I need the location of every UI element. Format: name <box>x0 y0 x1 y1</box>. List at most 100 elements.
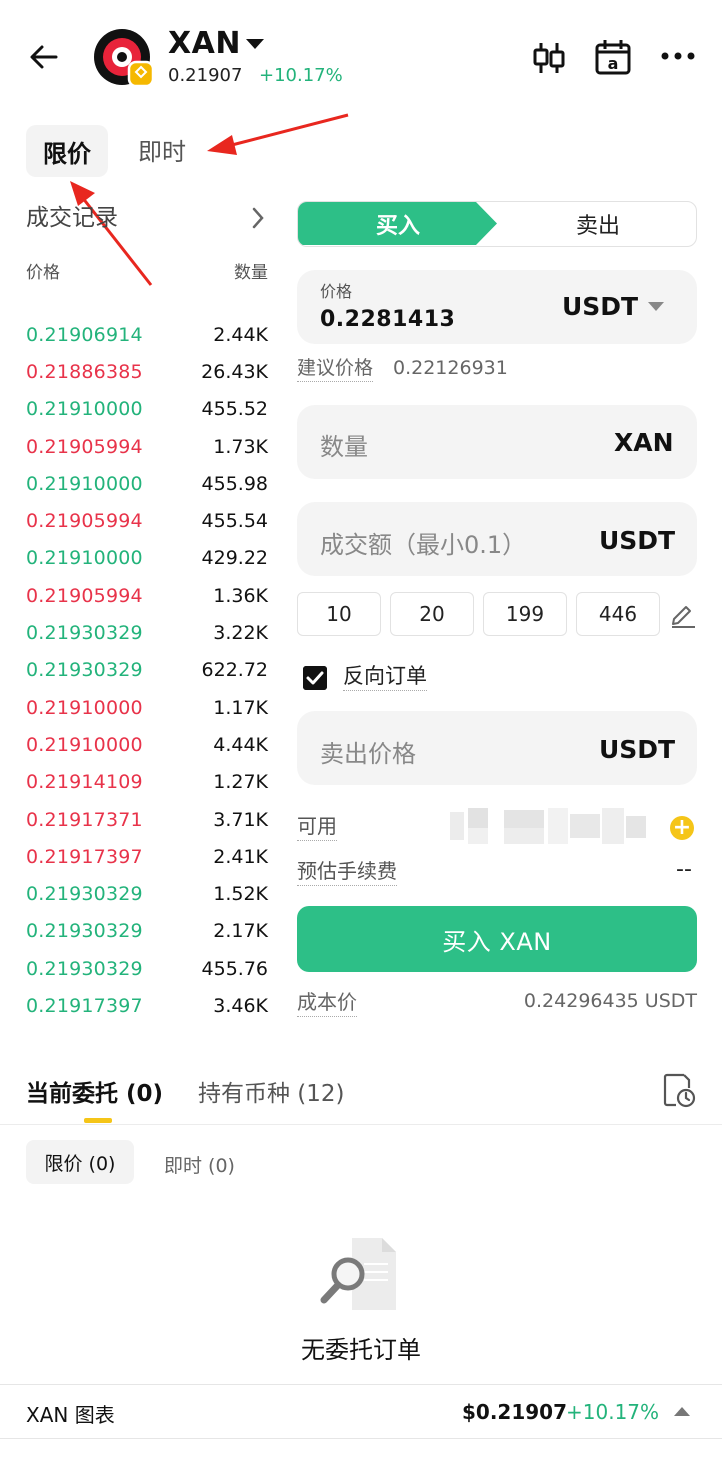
trade-row: 0.21910000 455.52 <box>26 391 268 428</box>
estimated-fee-label[interactable]: 预估手续费 <box>297 857 397 886</box>
trade-row: 0.21917397 2.41K <box>26 838 268 875</box>
trade-row: 0.21910000 455.98 <box>26 465 268 502</box>
trade-price: 0.21930329 <box>26 920 143 943</box>
trade-price: 0.21917397 <box>26 994 143 1017</box>
trade-price: 0.21905994 <box>26 584 143 607</box>
empty-search-document-icon <box>320 1238 396 1310</box>
sell-price-placeholder: 卖出价格 <box>320 740 416 768</box>
coin-name[interactable]: XAN <box>168 26 241 62</box>
divider <box>0 1384 722 1385</box>
divider <box>0 1124 722 1125</box>
column-header-price: 价格 <box>26 263 60 283</box>
cost-price-label[interactable]: 成本价 <box>297 988 357 1017</box>
subtab-limit-orders[interactable]: 限价 (0) <box>26 1140 134 1184</box>
trade-qty: 2.44K <box>213 323 268 346</box>
back-arrow-icon[interactable] <box>26 38 64 76</box>
preset-amount-button[interactable]: 20 <box>390 592 474 636</box>
more-icon[interactable] <box>660 50 696 62</box>
coin-price: 0.21907 <box>168 65 243 86</box>
trade-price: 0.21905994 <box>26 435 143 458</box>
tab-limit[interactable]: 限价 <box>26 125 108 177</box>
reverse-order-checkbox[interactable] <box>303 666 327 690</box>
trade-qty: 3.46K <box>213 994 268 1017</box>
trade-row: 0.21910000 1.17K <box>26 689 268 726</box>
trade-row: 0.21930329 1.52K <box>26 875 268 912</box>
active-tab-indicator <box>84 1118 112 1123</box>
trade-qty: 1.73K <box>213 435 268 458</box>
tab-instant[interactable]: 即时 <box>138 138 186 166</box>
trade-row: 0.21886385 26.43K <box>26 353 268 390</box>
amount-unit: USDT <box>599 526 676 555</box>
caret-down-icon[interactable] <box>245 38 265 50</box>
trade-price: 0.21886385 <box>26 360 143 383</box>
estimated-fee-value: -- <box>676 857 692 882</box>
preset-amount-button[interactable]: 10 <box>297 592 381 636</box>
tab-holdings[interactable]: 持有币种 (12) <box>198 1074 345 1108</box>
footer-price: $0.21907 <box>462 1400 568 1424</box>
coin-logo-icon <box>94 29 153 88</box>
footer-change: +10.17% <box>566 1400 660 1424</box>
edit-pencil-icon[interactable] <box>669 600 697 628</box>
coin-change: +10.17% <box>259 65 343 86</box>
calendar-icon[interactable]: a <box>594 38 632 76</box>
trade-qty: 455.98 <box>201 472 268 495</box>
trade-qty: 3.71K <box>213 808 268 831</box>
trade-qty: 1.52K <box>213 883 268 906</box>
chevron-right-icon[interactable] <box>250 206 266 230</box>
price-label: 价格 <box>320 282 353 301</box>
buy-tab[interactable]: 买入 <box>298 202 498 245</box>
trade-qty: 1.17K <box>213 696 268 719</box>
trade-qty: 455.76 <box>201 957 268 980</box>
sell-tab[interactable]: 卖出 <box>498 202 696 245</box>
trade-price: 0.21910000 <box>26 547 143 570</box>
trade-qty: 429.22 <box>201 547 268 570</box>
trade-row: 0.21905994 1.73K <box>26 428 268 465</box>
divider <box>0 1438 722 1439</box>
trade-row: 0.21910000 429.22 <box>26 540 268 577</box>
trade-price: 0.21910000 <box>26 472 143 495</box>
trade-qty: 1.36K <box>213 584 268 607</box>
trade-qty: 1.27K <box>213 771 268 794</box>
price-value[interactable]: 0.2281413 <box>320 307 455 332</box>
cost-price-value: 0.24296435 USDT <box>523 990 697 1012</box>
trade-row: 0.21917371 3.71K <box>26 801 268 838</box>
trade-price: 0.21930329 <box>26 883 143 906</box>
trade-row: 0.21905994 1.36K <box>26 577 268 614</box>
trade-row: 0.21905994 455.54 <box>26 502 268 539</box>
buy-submit-button[interactable]: 买入 XAN <box>297 906 697 972</box>
preset-amount-button[interactable]: 446 <box>576 592 660 636</box>
trade-qty: 4.44K <box>213 733 268 756</box>
subtab-instant-orders[interactable]: 即时 (0) <box>164 1151 235 1178</box>
caret-up-icon[interactable] <box>674 1406 690 1416</box>
trade-history-title[interactable]: 成交记录 <box>26 203 118 233</box>
footer-chart-title[interactable]: XAN 图表 <box>26 1399 115 1428</box>
preset-amount-button[interactable]: 199 <box>483 592 567 636</box>
amount-placeholder: 成交额（最小0.1） <box>320 531 527 559</box>
add-funds-icon[interactable]: + <box>670 816 694 840</box>
available-balance-label[interactable]: 可用 <box>297 812 337 841</box>
trade-qty: 455.54 <box>201 510 268 533</box>
suggested-price-value[interactable]: 0.22126931 <box>393 357 508 379</box>
trade-price: 0.21930329 <box>26 659 143 682</box>
trade-price: 0.21930329 <box>26 622 143 645</box>
trade-price: 0.21906914 <box>26 323 143 346</box>
order-history-icon[interactable] <box>662 1072 696 1108</box>
trade-row: 0.21930329 3.22K <box>26 614 268 651</box>
trade-qty: 2.41K <box>213 845 268 868</box>
trade-row: 0.21914109 1.27K <box>26 764 268 801</box>
trade-row: 0.21906914 2.44K <box>26 316 268 353</box>
reverse-order-label[interactable]: 反向订单 <box>343 662 427 691</box>
trade-row: 0.21910000 4.44K <box>26 726 268 763</box>
trade-qty: 3.22K <box>213 622 268 645</box>
trade-qty: 2.17K <box>213 920 268 943</box>
trade-history-list: 0.21906914 2.44K 0.21886385 26.43K 0.2191000… <box>26 316 268 1025</box>
trade-row: 0.21930329 455.76 <box>26 950 268 987</box>
suggested-price-label[interactable]: 建议价格 <box>297 355 374 382</box>
price-unit[interactable]: USDT <box>562 292 638 321</box>
trade-row: 0.21930329 2.17K <box>26 913 268 950</box>
candlestick-chart-icon[interactable] <box>532 40 566 76</box>
buy-sell-toggle: 买入 卖出 <box>297 201 697 247</box>
trade-qty: 455.52 <box>201 398 268 421</box>
tab-current-orders[interactable]: 当前委托 (0) <box>26 1074 163 1108</box>
caret-down-icon[interactable] <box>648 302 664 312</box>
